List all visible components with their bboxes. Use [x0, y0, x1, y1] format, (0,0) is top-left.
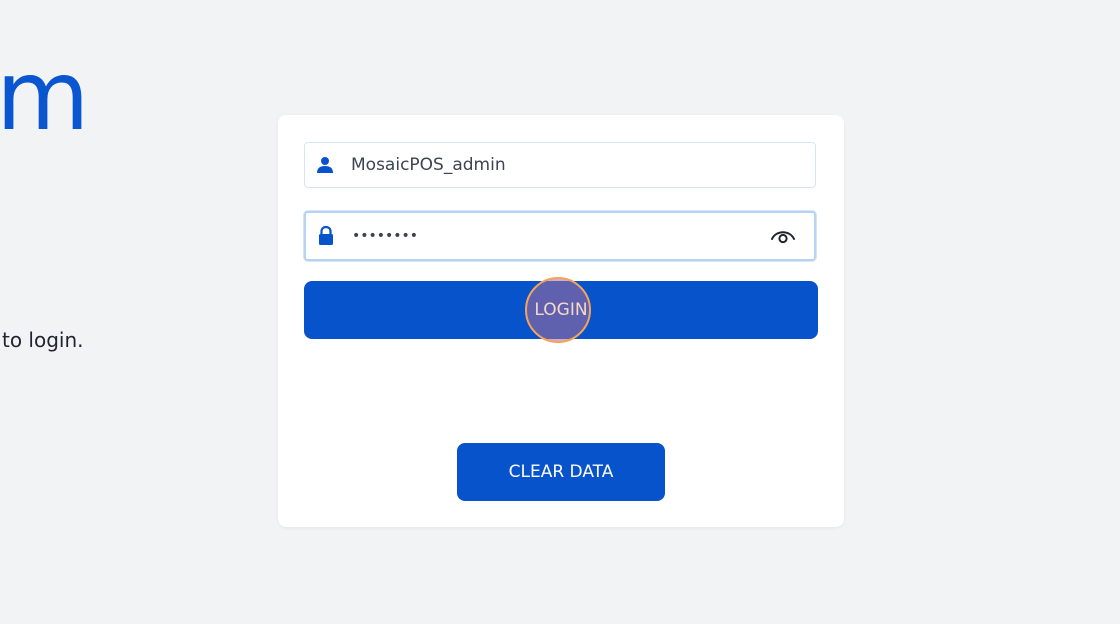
password-value: ••••••••: [352, 228, 419, 244]
click-indicator: [525, 277, 591, 343]
login-page: m s to login. MosaicPOS_admin ••••••••: [0, 0, 1120, 624]
username-value: MosaicPOS_admin: [351, 155, 506, 175]
password-field[interactable]: ••••••••: [304, 211, 816, 261]
login-hint-text: to login.: [2, 328, 84, 352]
eye-icon[interactable]: [770, 226, 796, 246]
clear-data-button[interactable]: CLEAR DATA: [457, 443, 665, 501]
username-field[interactable]: MosaicPOS_admin: [304, 142, 816, 188]
user-icon: [315, 155, 335, 175]
brand-title-fragment: m: [0, 40, 90, 152]
login-card: MosaicPOS_admin •••••••• LOGIN CLEAR DAT…: [278, 115, 844, 527]
subtitle-fragment: s: [0, 240, 2, 312]
lock-icon: [316, 226, 336, 246]
